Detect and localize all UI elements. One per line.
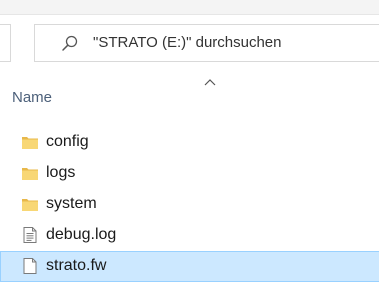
blank-file-icon [21,257,39,275]
folder-icon [21,195,39,213]
list-item-strato-fw[interactable]: strato.fw [0,251,379,282]
file-name: config [46,133,89,150]
folder-icon [21,133,39,151]
file-name: debug.log [46,226,117,243]
file-name: system [46,195,97,212]
file-name: strato.fw [46,257,107,274]
search-box[interactable]: "STRATO (E:)" durchsuchen [34,24,379,62]
file-list: config logs system debug.log strato.fw [0,127,379,282]
list-item-logs[interactable]: logs [0,158,379,189]
file-name: logs [46,164,76,181]
title-bar-edge [0,0,379,15]
list-item-config[interactable]: config [0,127,379,158]
list-item-debug-log[interactable]: debug.log [0,220,379,251]
address-bar[interactable] [0,24,11,62]
text-file-icon [21,226,39,244]
search-input[interactable]: "STRATO (E:)" durchsuchen [93,34,282,51]
folder-icon [21,164,39,182]
search-icon [61,34,79,52]
file-explorer-window: "STRATO (E:)" durchsuchen Name config lo… [0,0,379,291]
column-header-name[interactable]: Name [12,89,52,106]
sort-ascending-icon [203,74,217,86]
list-item-system[interactable]: system [0,189,379,220]
